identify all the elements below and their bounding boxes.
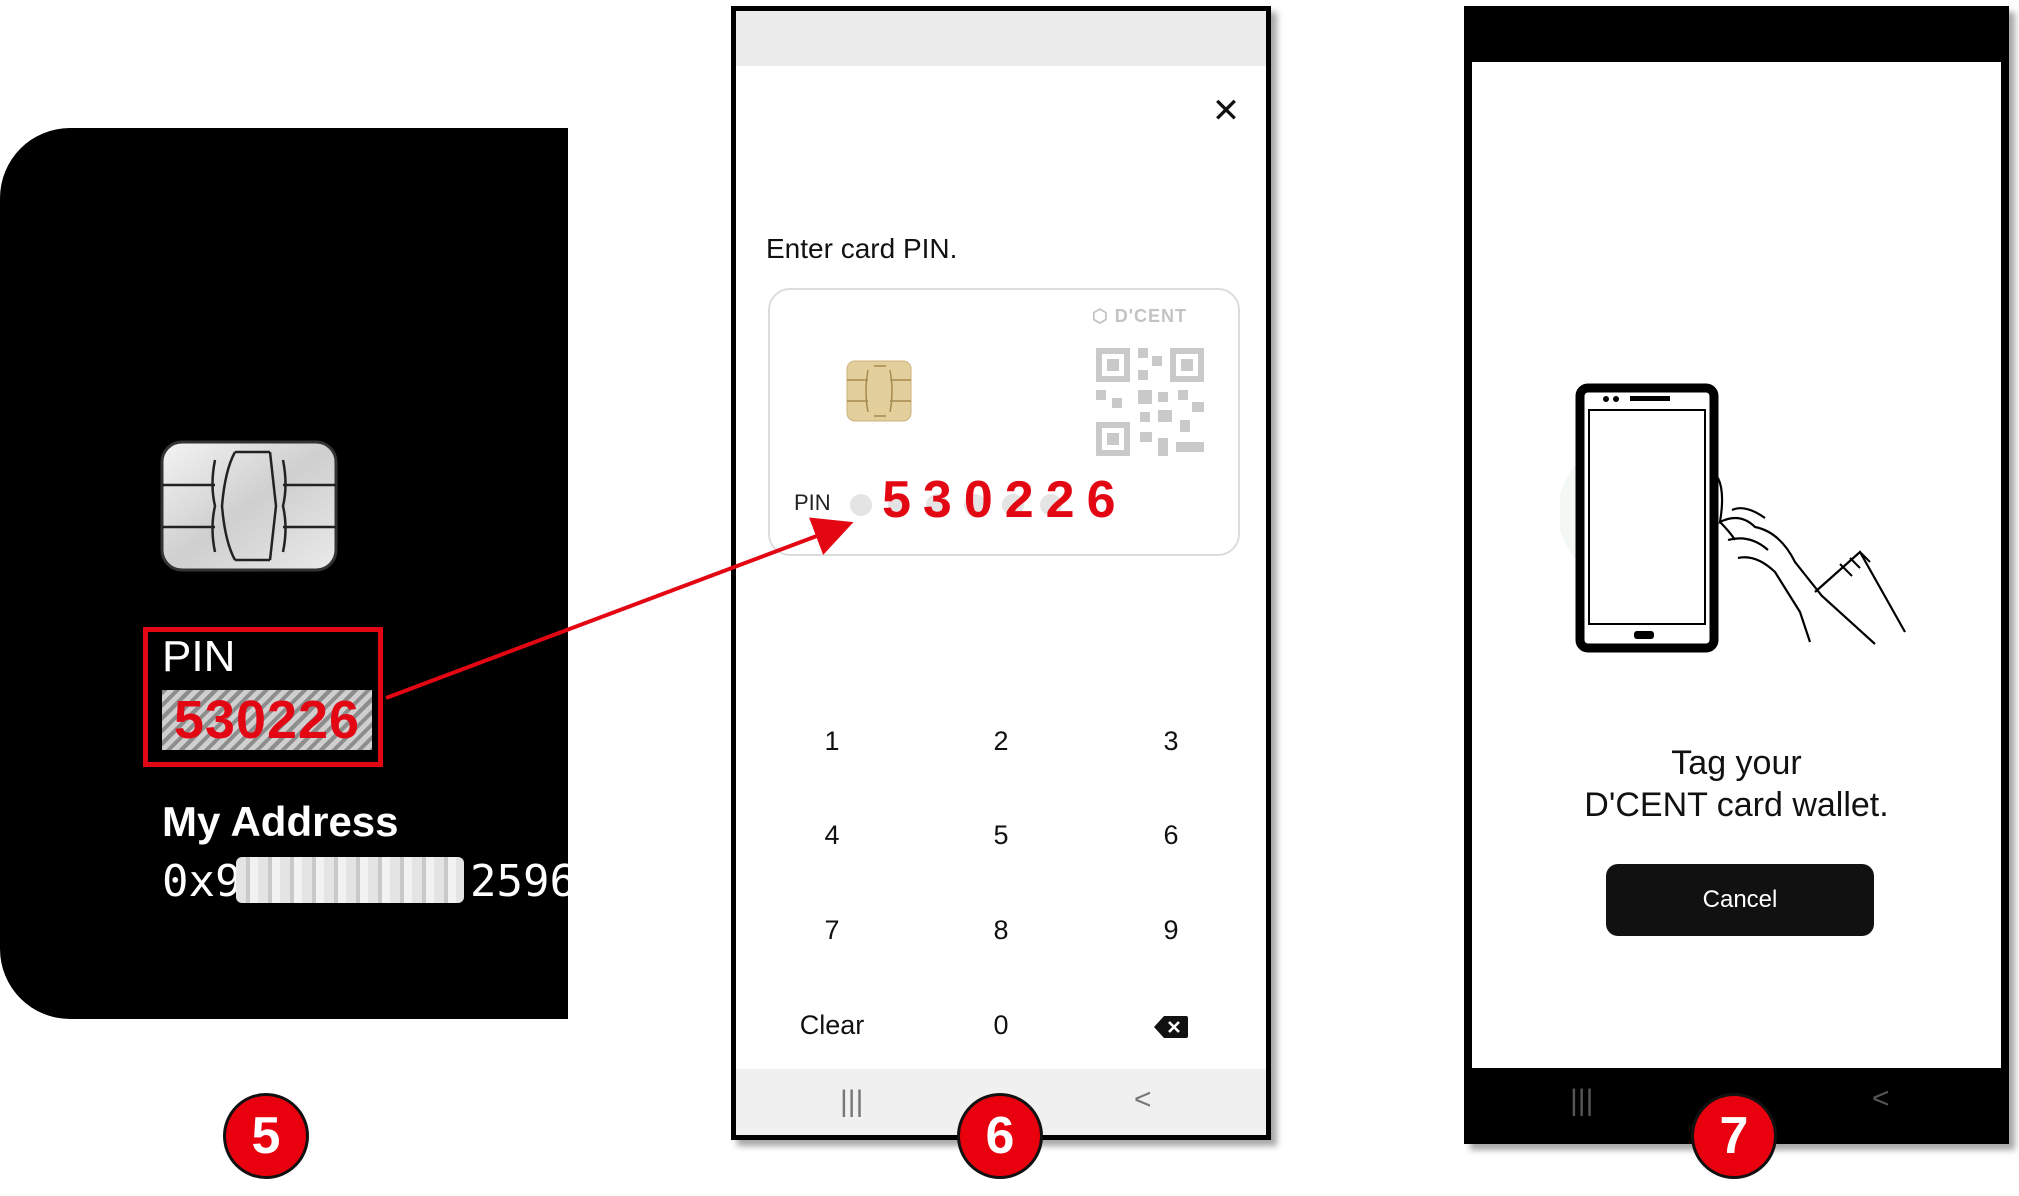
- clear-button[interactable]: Clear: [762, 995, 902, 1055]
- step-badge-5: 5: [223, 1093, 309, 1179]
- logo-mark-icon: ⬡: [1092, 306, 1115, 326]
- key-2[interactable]: 2: [931, 711, 1071, 771]
- step-badge-6: 6: [957, 1093, 1043, 1179]
- page-title: Enter card PIN.: [766, 233, 958, 264]
- card-chip-icon: [160, 440, 338, 572]
- cancel-button[interactable]: Cancel: [1606, 864, 1874, 936]
- pin-label: PIN: [794, 490, 831, 515]
- address-redacted-area: [236, 857, 464, 903]
- screen-content: Tag your D'CENT card wallet. Cancel: [1472, 62, 2001, 1068]
- phone-tap-card-icon: [1560, 383, 1906, 653]
- backspace-icon: [1154, 1015, 1188, 1038]
- pin-highlight-box: [143, 627, 383, 767]
- close-icon[interactable]: ✕: [1206, 91, 1246, 131]
- key-1[interactable]: 1: [762, 711, 902, 771]
- tag-instruction-line1: Tag your: [1671, 744, 1802, 782]
- tag-card-screen: Tag your D'CENT card wallet. Cancel ||| …: [1464, 6, 2009, 1144]
- qr-code-icon: [1096, 348, 1204, 456]
- step-badge-7: 7: [1691, 1093, 1777, 1179]
- key-7[interactable]: 7: [762, 900, 902, 960]
- status-bar: [736, 11, 1266, 66]
- key-3[interactable]: 3: [1101, 711, 1241, 771]
- recents-icon[interactable]: |||: [1570, 1084, 1593, 1118]
- key-0[interactable]: 0: [931, 995, 1071, 1055]
- chip-icon: [846, 360, 912, 422]
- recents-icon[interactable]: |||: [840, 1085, 863, 1119]
- pin-overlay-value: 530226: [882, 471, 1128, 529]
- pin-entry-screen: ✕ Enter card PIN. ⬡ D'CENT PIN 530226 1 …: [731, 6, 1271, 1140]
- dcent-logo: ⬡ D'CENT: [1092, 306, 1187, 326]
- card-address-prefix: 0x9: [162, 856, 242, 907]
- key-9[interactable]: 9: [1101, 900, 1241, 960]
- back-icon[interactable]: <: [1872, 1082, 1890, 1116]
- card-address-label: My Address: [162, 798, 399, 845]
- tag-instruction: Tag your D'CENT card wallet.: [1472, 742, 2001, 826]
- key-5[interactable]: 5: [931, 805, 1071, 865]
- key-8[interactable]: 8: [931, 900, 1071, 960]
- card-address-suffix: 2596: [470, 856, 576, 907]
- tag-instruction-line2: D'CENT card wallet.: [1584, 786, 1889, 824]
- backspace-button[interactable]: [1101, 995, 1241, 1055]
- back-icon[interactable]: <: [1134, 1083, 1152, 1117]
- key-4[interactable]: 4: [762, 805, 902, 865]
- pin-dot: [850, 494, 872, 516]
- card-preview: ⬡ D'CENT PIN 530226: [768, 288, 1240, 556]
- key-6[interactable]: 6: [1101, 805, 1241, 865]
